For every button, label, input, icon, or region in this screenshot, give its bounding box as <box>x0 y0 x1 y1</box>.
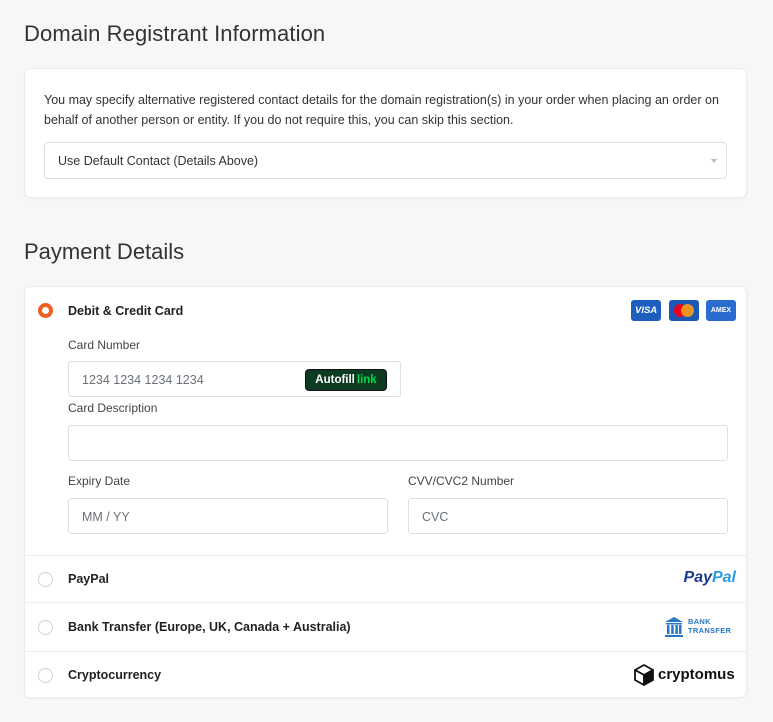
paypal-method-label[interactable]: PayPal <box>68 572 109 586</box>
visa-icon: VISA <box>631 300 662 321</box>
bank-transfer-method-label[interactable]: Bank Transfer (Europe, UK, Canada + Aust… <box>68 620 351 634</box>
cryptomus-logo-icon: cryptomus <box>633 664 736 686</box>
payment-card: Debit & Credit Card VISA AMEX Card Numbe… <box>24 286 747 698</box>
mastercard-icon <box>668 300 699 321</box>
bank-building-icon <box>665 617 683 637</box>
bank-transfer-logo-icon: BANK TRANSFER <box>664 616 736 638</box>
cube-icon <box>634 664 654 686</box>
paypal-radio[interactable] <box>38 572 53 587</box>
crypto-radio[interactable] <box>38 668 53 683</box>
checkout-page: Domain Registrant Information You may sp… <box>0 0 773 722</box>
amex-icon: AMEX <box>706 300 736 321</box>
card-radio[interactable] <box>38 303 53 318</box>
registrant-description: You may specify alternative registered c… <box>44 93 719 127</box>
card-method-label[interactable]: Debit & Credit Card <box>68 304 183 318</box>
bank-transfer-radio[interactable] <box>38 620 53 635</box>
card-number-placeholder: 1234 1234 1234 1234 <box>82 373 204 387</box>
registrant-card: You may specify alternative registered c… <box>24 68 747 198</box>
payment-method-card: Debit & Credit Card VISA AMEX Card Numbe… <box>25 287 746 555</box>
card-description-input[interactable] <box>68 425 728 461</box>
expiry-placeholder: MM / YY <box>82 510 130 524</box>
registrant-section-title: Domain Registrant Information <box>24 21 326 46</box>
caret-down-icon <box>711 159 717 163</box>
card-brand-logos: VISA AMEX <box>628 300 736 321</box>
bank-logo-line2: TRANSFER <box>688 626 732 635</box>
payment-method-bank-transfer[interactable]: Bank Transfer (Europe, UK, Canada + Aust… <box>25 602 746 651</box>
payment-section-title: Payment Details <box>24 239 185 264</box>
card-number-input[interactable]: 1234 1234 1234 1234 Autofill link <box>68 361 401 397</box>
autofill-text: Autofill <box>315 374 355 386</box>
cvv-placeholder: CVC <box>422 510 449 524</box>
contact-select[interactable]: Use Default Contact (Details Above) <box>44 142 727 179</box>
paypal-logo-icon: PayPal <box>683 569 736 586</box>
cryptomus-logo-text: cryptomus <box>658 666 735 683</box>
cvv-label: CVV/CVC2 Number <box>408 474 515 488</box>
bank-logo-line1: BANK <box>688 617 711 626</box>
expiry-input[interactable]: MM / YY <box>68 498 388 534</box>
contact-select-value: Use Default Contact (Details Above) <box>58 154 259 168</box>
autofill-link-button[interactable]: Autofill link <box>305 369 387 391</box>
autofill-link-text: link <box>356 374 377 386</box>
payment-method-paypal[interactable]: PayPal PayPal <box>25 555 746 602</box>
payment-method-crypto[interactable]: Cryptocurrency cryptomus <box>25 651 746 697</box>
card-description-label: Card Description <box>68 401 158 415</box>
card-number-label: Card Number <box>68 338 141 352</box>
expiry-label: Expiry Date <box>68 474 131 488</box>
cvv-input[interactable]: CVC <box>408 498 728 534</box>
crypto-method-label[interactable]: Cryptocurrency <box>68 668 161 682</box>
